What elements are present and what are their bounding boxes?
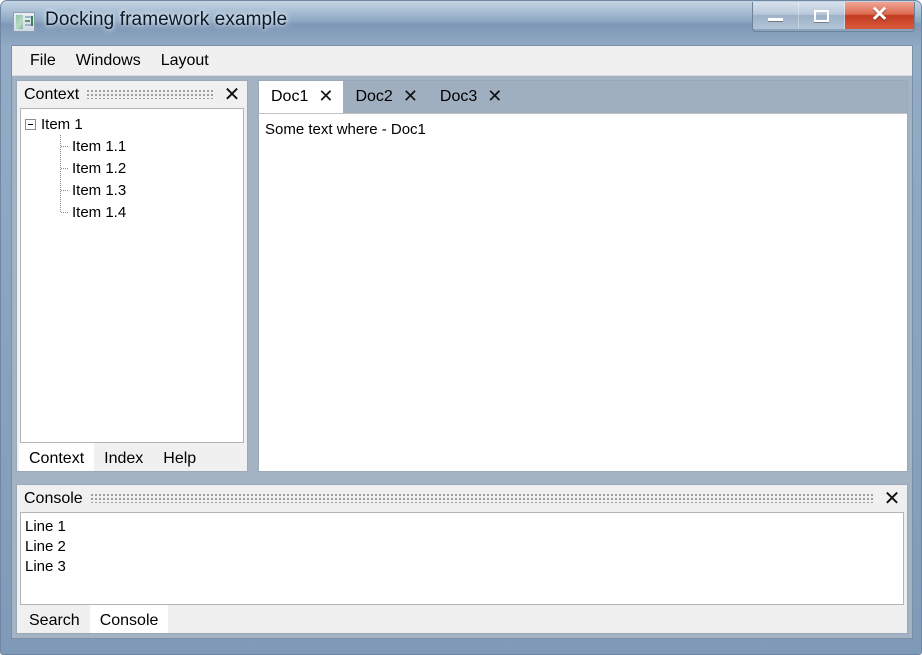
- minus-box-icon[interactable]: [25, 118, 36, 130]
- console-line: Line 3: [25, 558, 66, 575]
- left-panel-close-icon[interactable]: ✕: [221, 84, 243, 106]
- tree-item-label: Item 1.4: [72, 203, 127, 221]
- document-tab-label: Doc2: [355, 88, 393, 105]
- title-bar[interactable]: Docking framework example ✕: [1, 1, 921, 45]
- document-content[interactable]: Some text where - Doc1: [259, 113, 907, 471]
- left-dock-tabstrip: Context Index Help: [17, 443, 247, 471]
- tab-help[interactable]: Help: [153, 443, 206, 471]
- close-icon: ✕: [870, 3, 889, 26]
- document-tab-doc3[interactable]: Doc3 ✕: [428, 81, 512, 113]
- left-dock-panel: Context ✕ Item 1 Item 1.1 Item 1.2 Item …: [16, 80, 248, 472]
- minimize-icon: [768, 18, 783, 21]
- tree-item-label: Item 1.1: [72, 137, 127, 155]
- minimize-button[interactable]: [753, 2, 799, 29]
- console-panel-header[interactable]: Console ✕: [17, 485, 907, 512]
- maximize-icon: [814, 10, 829, 22]
- menu-item-windows[interactable]: Windows: [66, 50, 151, 72]
- menu-item-file[interactable]: File: [20, 50, 66, 72]
- tree-item[interactable]: Item 1.4: [25, 201, 241, 223]
- document-tab-doc2[interactable]: Doc2 ✕: [343, 81, 427, 113]
- menu-item-layout[interactable]: Layout: [151, 50, 219, 72]
- drag-grip-icon[interactable]: [87, 90, 213, 99]
- horizontal-splitter[interactable]: [12, 476, 912, 484]
- tab-context[interactable]: Context: [19, 443, 95, 471]
- tree-item[interactable]: Item 1.3: [25, 179, 241, 201]
- left-panel-title: Context: [24, 85, 80, 103]
- window-controls: ✕: [752, 2, 915, 32]
- top-dock-row: Context ✕ Item 1 Item 1.1 Item 1.2 Item …: [12, 76, 912, 476]
- docking-workspace: Context ✕ Item 1 Item 1.1 Item 1.2 Item …: [12, 76, 912, 638]
- document-tab-close-icon[interactable]: ✕: [487, 87, 502, 107]
- vertical-splitter[interactable]: [250, 80, 258, 472]
- maximize-button[interactable]: [799, 2, 845, 29]
- tree-item[interactable]: Item 1.2: [25, 157, 241, 179]
- console-line: Line 1: [25, 518, 66, 535]
- tree-item-label: Item 1.3: [72, 181, 127, 199]
- app-window-icon: [13, 12, 35, 32]
- application-window: Docking framework example ✕ File Windows…: [0, 0, 922, 655]
- document-tab-doc1[interactable]: Doc1 ✕: [259, 81, 344, 113]
- document-tab-label: Doc1: [271, 88, 309, 105]
- context-tree[interactable]: Item 1 Item 1.1 Item 1.2 Item 1.3 Item 1…: [20, 108, 244, 443]
- tree-children: Item 1.1 Item 1.2 Item 1.3 Item 1.4: [25, 135, 241, 223]
- tree-node-root[interactable]: Item 1: [25, 113, 241, 135]
- tree-node-label: Item 1: [41, 115, 83, 133]
- tab-index[interactable]: Index: [94, 443, 153, 471]
- document-tab-label: Doc3: [439, 88, 478, 105]
- drag-grip-icon[interactable]: [90, 494, 873, 503]
- close-button[interactable]: ✕: [845, 2, 914, 29]
- console-output[interactable]: Line 1 Line 2 Line 3: [20, 512, 904, 605]
- document-tab-close-icon[interactable]: ✕: [318, 87, 333, 107]
- tree-item[interactable]: Item 1.1: [25, 135, 241, 157]
- menu-bar: File Windows Layout: [12, 46, 912, 76]
- console-panel-close-icon[interactable]: ✕: [881, 488, 903, 510]
- document-tabstrip: Doc1 ✕ Doc2 ✕ Doc3 ✕: [259, 81, 907, 113]
- tab-search[interactable]: Search: [19, 605, 90, 633]
- bottom-dock-panel: Console ✕ Line 1 Line 2 Line 3 Search Co…: [16, 484, 908, 634]
- bottom-dock-tabstrip: Search Console: [17, 605, 907, 633]
- client-area: File Windows Layout Context ✕ Item 1 Ite…: [11, 45, 913, 639]
- console-line: Line 2: [25, 538, 66, 555]
- window-title: Docking framework example: [45, 9, 288, 30]
- tab-console[interactable]: Console: [89, 605, 169, 633]
- document-tab-close-icon[interactable]: ✕: [403, 87, 418, 107]
- document-area: Doc1 ✕ Doc2 ✕ Doc3 ✕ Some text where - D…: [258, 80, 908, 472]
- left-panel-header[interactable]: Context ✕: [17, 81, 247, 108]
- console-panel-title: Console: [24, 489, 83, 507]
- tree-item-label: Item 1.2: [72, 159, 127, 177]
